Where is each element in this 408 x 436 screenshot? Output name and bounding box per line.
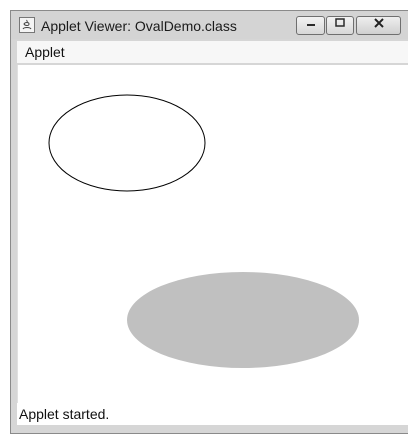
close-button[interactable] (356, 16, 401, 35)
java-applet-icon[interactable] (19, 17, 35, 33)
outlined-oval (48, 94, 206, 192)
applet-canvas[interactable] (17, 65, 408, 423)
window-title: Applet Viewer: OvalDemo.class (41, 18, 237, 34)
applet-viewer-window: Applet Viewer: OvalDemo.class Applet App… (10, 10, 408, 434)
status-text: Applet started. (19, 406, 110, 422)
filled-oval (127, 272, 359, 368)
menu-item-applet[interactable]: Applet (21, 43, 69, 61)
title-bar[interactable]: Applet Viewer: OvalDemo.class (11, 11, 408, 39)
menu-bar: Applet (17, 41, 408, 63)
minimize-icon (306, 24, 315, 26)
minimize-button[interactable] (296, 16, 325, 35)
maximize-button[interactable] (326, 16, 354, 35)
status-bar: Applet started. (17, 403, 408, 425)
close-icon (373, 18, 384, 28)
maximize-icon (335, 18, 345, 27)
